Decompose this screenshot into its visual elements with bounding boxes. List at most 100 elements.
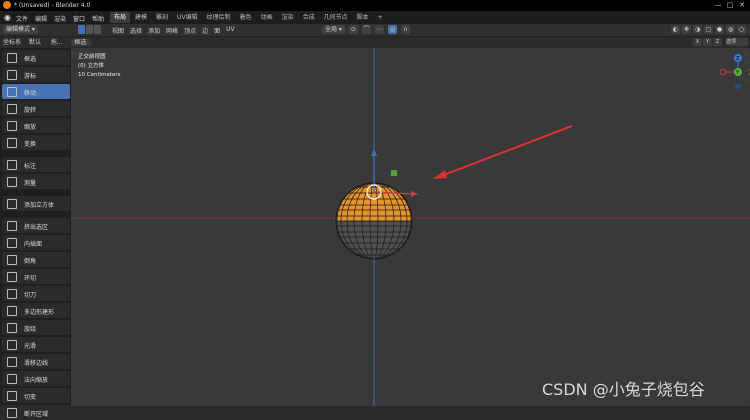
face-select-button[interactable] — [94, 25, 101, 34]
pan-icon[interactable] — [743, 59, 750, 66]
viewport-menu-4[interactable]: 顶点 — [184, 26, 196, 35]
workspace-tab-8[interactable]: 合成 — [299, 12, 319, 23]
3d-viewport[interactable]: Z Y — [71, 48, 750, 406]
menu-edit[interactable]: 编辑 — [35, 14, 47, 23]
workspace-tab-9[interactable]: 几何节点 — [320, 12, 352, 23]
tool-select-box[interactable]: 框选 — [2, 50, 70, 65]
minimize-button[interactable]: — — [714, 1, 722, 9]
tool-cursor[interactable]: 游标 — [2, 67, 70, 82]
tool-label: 标注 — [24, 163, 37, 170]
tool-add-cube[interactable]: 添加立方体 — [2, 196, 70, 211]
close-button[interactable]: ✕ — [738, 1, 746, 9]
tool-transform[interactable]: 变换 — [2, 135, 70, 150]
transform-orientation-select[interactable]: 全局 ▾ — [322, 25, 345, 34]
solid-shading-icon[interactable]: ● — [715, 25, 724, 34]
workspace-tab-10[interactable]: 脚本 — [353, 12, 373, 23]
viewport-canvas[interactable]: Z Y — [71, 48, 750, 406]
menu-render[interactable]: 渲染 — [54, 14, 66, 23]
tool-bevel[interactable]: 倒角 — [2, 252, 70, 267]
material-shading-icon[interactable]: ◍ — [726, 25, 735, 34]
snap-settings-icon[interactable]: ⋯ — [374, 25, 384, 34]
viewport-menu-2[interactable]: 添加 — [148, 26, 160, 35]
gizmo-toggle-icon[interactable]: ✥ — [682, 25, 691, 34]
workspace-tab-1[interactable]: 建模 — [131, 12, 151, 23]
workspace-tab-11[interactable]: + — [374, 12, 387, 23]
tool-inset[interactable]: 内插面 — [2, 235, 70, 250]
drag-value[interactable]: 框选 — [70, 39, 91, 46]
move-icon — [7, 87, 17, 97]
mode-select[interactable]: 编辑模式 ▾ — [3, 25, 38, 34]
viewport-menu-3[interactable]: 网格 — [166, 26, 178, 35]
tool-label: 旋转 — [24, 107, 37, 114]
tool-label: 切刀 — [24, 292, 37, 299]
camera-icon[interactable] — [743, 68, 750, 75]
zoom-icon[interactable] — [743, 50, 750, 57]
tool-label: 内插面 — [24, 241, 43, 248]
tool-label: 断开区域 — [24, 411, 49, 418]
coord-system-value: 默认 — [28, 39, 41, 46]
tool-annotate[interactable]: 标注 — [2, 157, 70, 172]
tool-label: 移动 — [24, 90, 37, 97]
menu-file[interactable]: 文件 — [16, 14, 28, 23]
rendered-shading-icon[interactable]: ○ — [737, 25, 746, 34]
tool-shelf: 框选游标移动旋转缩放变换标注测量添加立方体挤出选区内插面倒角环切切刀多边形建形旋… — [0, 48, 71, 420]
options-button[interactable]: 选项 — [726, 38, 748, 46]
orientation-label: 全局 — [325, 26, 338, 33]
workspace-tab-6[interactable]: 动画 — [257, 12, 277, 23]
workspace-tab-2[interactable]: 雕刻 — [152, 12, 172, 23]
mirror-x-button[interactable]: X — [693, 38, 702, 46]
workspace-tab-4[interactable]: 纹理绘制 — [203, 12, 235, 23]
tool-label: 旋绕 — [24, 326, 37, 333]
tool-poly-build[interactable]: 多边形建形 — [2, 303, 70, 318]
tool-label: 多边形建形 — [24, 309, 55, 316]
mirror-y-button[interactable]: Y — [703, 38, 712, 46]
menu-window[interactable]: 窗口 — [73, 14, 85, 23]
viewport-menu-5[interactable]: 边 — [202, 26, 208, 35]
tool-spin[interactable]: 旋绕 — [2, 320, 70, 335]
tool-shear[interactable]: 切变 — [2, 388, 70, 403]
window-title: * (Unsaved) - Blender 4.0 — [14, 2, 91, 9]
workspace-tab-0[interactable]: 布局 — [110, 12, 131, 23]
mirror-z-button[interactable]: Z — [713, 38, 722, 46]
viewport-menu-7[interactable]: UV — [226, 26, 235, 35]
menu-help[interactable]: 帮助 — [92, 14, 104, 23]
tool-smooth[interactable]: 光滑 — [2, 337, 70, 352]
tool-label: 切变 — [24, 394, 37, 401]
mode-label: 编辑模式 — [6, 26, 31, 33]
blender-menu-icon[interactable]: ◉ — [4, 13, 13, 22]
coord-system-label: 坐标系 — [3, 39, 22, 46]
viewport-menu-0[interactable]: 视图 — [112, 26, 124, 35]
tool-loop-cut[interactable]: 环切 — [2, 269, 70, 284]
viewport-menu-6[interactable]: 面 — [214, 26, 220, 35]
tool-edge-slide[interactable]: 滑移边线 — [2, 354, 70, 369]
falloff-icon[interactable]: ∩ — [400, 25, 410, 34]
blender-logo-icon — [3, 1, 11, 9]
perspective-icon[interactable] — [743, 77, 750, 84]
overlay-icon[interactable]: ◑ — [693, 25, 702, 34]
viewport-menu-1[interactable]: 选择 — [130, 26, 142, 35]
coord-system[interactable]: 坐标系 默认 拖... 框选 — [3, 38, 91, 47]
xray-icon[interactable]: ▢ — [704, 25, 713, 34]
tool-extrude[interactable]: 挤出选区 — [2, 218, 70, 233]
viewport-header: 编辑模式 ▾ 视图 选择 添加 网格 顶点边面 UV 全局 ▾ ⊙ ⌒ ⋯ ◎ ∩ ◐ ✥… — [0, 24, 750, 37]
tool-rip[interactable]: 断开区域 — [2, 405, 70, 420]
tool-knife[interactable]: 切刀 — [2, 286, 70, 301]
snap-icon[interactable]: ⌒ — [361, 25, 371, 34]
workspace-tab-3[interactable]: UV编辑 — [173, 12, 202, 23]
tool-rotate[interactable]: 旋转 — [2, 101, 70, 116]
pivot-icon[interactable]: ⊙ — [348, 25, 358, 34]
visibility-icon[interactable]: ◐ — [671, 25, 680, 34]
maximize-button[interactable]: □ — [726, 1, 734, 9]
tool-shrink-fatten[interactable]: 法向缩放 — [2, 371, 70, 386]
tool-measure[interactable]: 测量 — [2, 174, 70, 189]
rip-icon — [7, 408, 17, 418]
workspace-tab-5[interactable]: 着色 — [236, 12, 256, 23]
viewport-info: 正交前视图 (0) 立方体 10 Centimeters — [78, 53, 121, 80]
workspace-tab-7[interactable]: 渲染 — [278, 12, 298, 23]
tool-label: 框选 — [24, 56, 37, 63]
vertex-select-button[interactable] — [78, 25, 85, 34]
edge-select-button[interactable] — [86, 25, 93, 34]
tool-scale[interactable]: 缩放 — [2, 118, 70, 133]
proportional-edit-icon[interactable]: ◎ — [387, 25, 397, 34]
tool-move[interactable]: 移动 — [2, 84, 70, 99]
